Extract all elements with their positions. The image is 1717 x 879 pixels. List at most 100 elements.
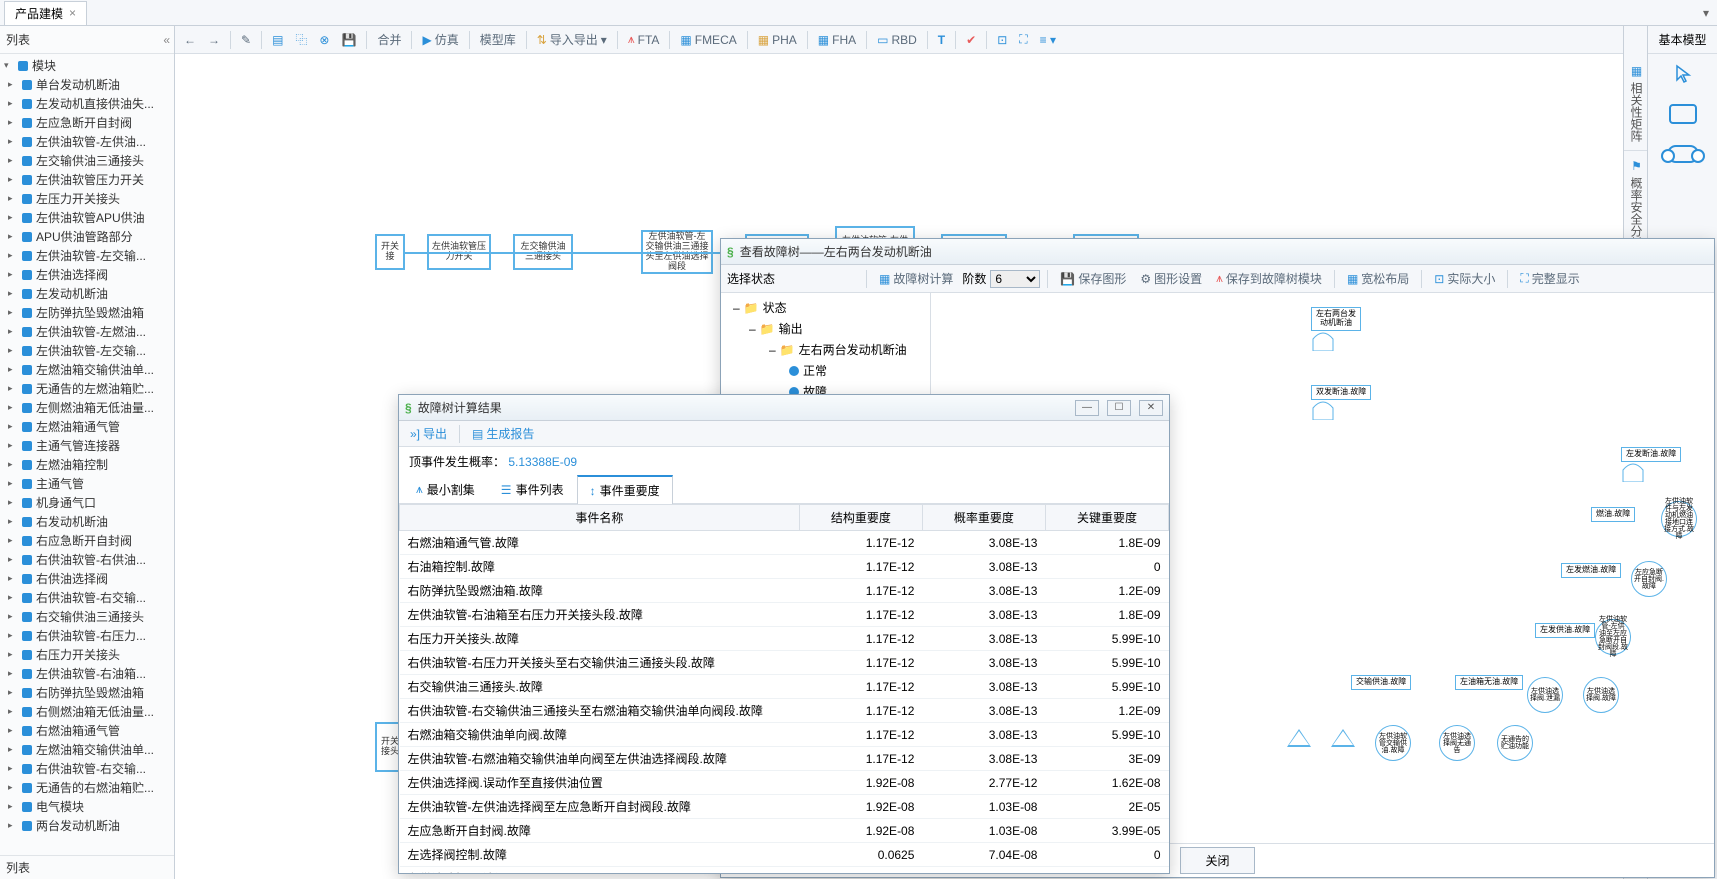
nav-back-icon[interactable]: ←: [179, 30, 201, 50]
tree-item[interactable]: ▸右侧燃油箱无低油量...: [0, 702, 174, 721]
copy-icon[interactable]: ⿻: [290, 28, 312, 51]
tree-item[interactable]: ▸左燃油箱交输供油单...: [0, 740, 174, 759]
tree-item[interactable]: ▸单台发动机断油: [0, 75, 174, 94]
table-row[interactable]: 右供油软管-右压力开关接头至右交输供油三通接头段.故障1.17E-123.08E…: [400, 651, 1169, 675]
tree-item[interactable]: ▸主通气管连接器: [0, 436, 174, 455]
tree-item[interactable]: ▸左发动机断油: [0, 284, 174, 303]
img-setting-button[interactable]: ⚙图形设置: [1135, 267, 1207, 290]
export-button[interactable]: »]导出: [405, 422, 452, 445]
tab-eventlist[interactable]: ☰事件列表: [488, 475, 577, 503]
tab-importance[interactable]: ↕事件重要度: [577, 475, 673, 504]
tree-item[interactable]: ▸左防弹抗坠毁燃油箱: [0, 303, 174, 322]
tree-item[interactable]: ▸左燃油箱控制: [0, 455, 174, 474]
select-icon[interactable]: ⊡: [992, 30, 1012, 50]
pha-button[interactable]: ▦PHA: [753, 30, 802, 50]
tree-item[interactable]: ▸电气模块: [0, 797, 174, 816]
nav-fwd-icon[interactable]: →: [203, 30, 225, 50]
table-row[interactable]: 左供油软管-左供油选择阀至左应急断开自封阀段.故障1.92E-081.03E-0…: [400, 795, 1169, 819]
collapse-icon[interactable]: «: [163, 33, 168, 47]
tab-mincut[interactable]: ⩚最小割集: [403, 475, 488, 503]
tree-item[interactable]: ▸左燃油箱通气管: [0, 417, 174, 436]
fit-icon[interactable]: ⛶: [1014, 29, 1032, 50]
tab-product-model[interactable]: 产品建模 ×: [4, 1, 87, 25]
sim-button[interactable]: ▶仿真: [417, 28, 463, 51]
modellib-button[interactable]: 模型库: [475, 28, 521, 51]
tree-item[interactable]: ▸APU供油管路部分: [0, 227, 174, 246]
table-row[interactable]: 右燃油箱通气管.故障1.17E-123.08E-131.8E-09: [400, 531, 1169, 555]
rbd-button[interactable]: ▭RBD: [872, 30, 922, 50]
stack-icon[interactable]: ▤: [267, 30, 288, 50]
side-matrix-button[interactable]: ▦相关性矩阵: [1624, 56, 1649, 151]
tree-item[interactable]: ▸左压力开关接头: [0, 189, 174, 208]
table-row[interactable]: 左应急断开自封阀.故障1.92E-081.03E-083.99E-05: [400, 819, 1169, 843]
maximize-icon[interactable]: ☐: [1107, 400, 1131, 416]
loose-layout-button[interactable]: ▦宽松布局: [1342, 267, 1414, 290]
col-name[interactable]: 事件名称: [400, 505, 800, 531]
tree-item[interactable]: ▸右应急断开自封阀: [0, 531, 174, 550]
tree-item[interactable]: ▸左发动机直接供油失...: [0, 94, 174, 113]
tree-item[interactable]: ▸左供油软管-左交输...: [0, 341, 174, 360]
table-row[interactable]: 左供油选择阀.泄漏0.06257.04E-080.000412: [400, 867, 1169, 874]
palette-compound[interactable]: [1648, 134, 1717, 174]
tree-item[interactable]: ▸左供油软管APU供油: [0, 208, 174, 227]
tree-item[interactable]: ▸左供油选择阀: [0, 265, 174, 284]
fit-all-button[interactable]: ⛶完整显示: [1515, 267, 1584, 290]
tree-item[interactable]: ▸左燃油箱交输供油单...: [0, 360, 174, 379]
tree-item[interactable]: ▸左供油软管-左供油...: [0, 132, 174, 151]
table-row[interactable]: 左供油选择阀.误动作至直接供油位置1.92E-082.77E-121.62E-0…: [400, 771, 1169, 795]
save-img-button[interactable]: 💾保存图形: [1055, 267, 1131, 290]
result-table[interactable]: 事件名称 结构重要度 概率重要度 关键重要度 右燃油箱通气管.故障1.17E-1…: [399, 504, 1169, 873]
tree-item[interactable]: ▸左供油软管-左交输...: [0, 246, 174, 265]
tree-item[interactable]: ▸右燃油箱通气管: [0, 721, 174, 740]
ft-close-button[interactable]: 关闭: [1180, 847, 1254, 874]
save-icon[interactable]: 💾: [336, 30, 361, 50]
table-row[interactable]: 左选择阀控制.故障0.06257.04E-080: [400, 843, 1169, 867]
tree-item[interactable]: ▸右供油软管-右供油...: [0, 550, 174, 569]
col-prob[interactable]: 概率重要度: [922, 505, 1045, 531]
result-titlebar[interactable]: § 故障树计算结果 — ☐ ✕: [399, 395, 1169, 421]
actual-size-button[interactable]: ⊡实际大小: [1429, 267, 1500, 290]
tree-item[interactable]: ▸机身通气口: [0, 493, 174, 512]
text-icon[interactable]: T: [933, 30, 950, 50]
table-row[interactable]: 右交输供油三通接头.故障1.17E-123.08E-135.99E-10: [400, 675, 1169, 699]
dialog-titlebar[interactable]: § 查看故障树——左右两台发动机断油: [721, 239, 1714, 265]
tree-root[interactable]: ▾ 模块: [0, 56, 174, 75]
tree-item[interactable]: ▸右供油软管-右交输...: [0, 759, 174, 778]
palette-rect[interactable]: [1648, 94, 1717, 134]
delete-icon[interactable]: ⊗: [314, 30, 334, 50]
tree-item[interactable]: ▸左交输供油三通接头: [0, 151, 174, 170]
palette-pointer[interactable]: [1648, 54, 1717, 94]
ft-calc-button[interactable]: ▦故障树计算: [874, 267, 958, 290]
table-row[interactable]: 右防弹抗坠毁燃油箱.故障1.17E-123.08E-131.2E-09: [400, 579, 1169, 603]
tree-item[interactable]: ▸右压力开关接头: [0, 645, 174, 664]
close-icon[interactable]: ×: [69, 6, 76, 20]
table-row[interactable]: 右供油软管-右交输供油三通接头至右燃油箱交输供油单向阀段.故障1.17E-123…: [400, 699, 1169, 723]
tree-item[interactable]: ▸左供油软管-右油箱...: [0, 664, 174, 683]
tab-menu-icon[interactable]: ▾: [1695, 6, 1717, 20]
fha-button[interactable]: ▦FHA: [813, 30, 861, 50]
save-to-module-button[interactable]: ⩚保存到故障树模块: [1211, 267, 1327, 290]
fta-button[interactable]: ⩚FTA: [623, 29, 665, 50]
table-row[interactable]: 左供油软管-右油箱至右压力开关接头段.故障1.17E-123.08E-131.8…: [400, 603, 1169, 627]
tree-item[interactable]: ▸右供油软管-右压力...: [0, 626, 174, 645]
fmeca-button[interactable]: ▦FMECA: [675, 30, 741, 50]
tree-item[interactable]: ▸左供油软管-左燃油...: [0, 322, 174, 341]
tree-item[interactable]: ▸无通告的右燃油箱贮...: [0, 778, 174, 797]
merge-button[interactable]: 合并: [372, 28, 406, 51]
tree-item[interactable]: ▸两台发动机断油: [0, 816, 174, 835]
tree-item[interactable]: ▸左供油软管压力开关: [0, 170, 174, 189]
model-tree[interactable]: ▾ 模块 ▸单台发动机断油▸左发动机直接供油失...▸左应急断开自封阀▸左供油软…: [0, 54, 174, 855]
check-icon[interactable]: ✔: [961, 30, 981, 50]
order-select[interactable]: 6: [990, 270, 1040, 288]
col-crit[interactable]: 关键重要度: [1045, 505, 1168, 531]
tree-item[interactable]: ▸左侧燃油箱无低油量...: [0, 398, 174, 417]
tree-item[interactable]: ▸无通告的左燃油箱贮...: [0, 379, 174, 398]
close-icon[interactable]: ✕: [1139, 400, 1163, 416]
tree-item[interactable]: ▸左应急断开自封阀: [0, 113, 174, 132]
table-row[interactable]: 右油箱控制.故障1.17E-123.08E-130: [400, 555, 1169, 579]
col-struct[interactable]: 结构重要度: [799, 505, 922, 531]
table-row[interactable]: 右压力开关接头.故障1.17E-123.08E-135.99E-10: [400, 627, 1169, 651]
table-row[interactable]: 右燃油箱交输供油单向阀.故障1.17E-123.08E-135.99E-10: [400, 723, 1169, 747]
align-icon[interactable]: ≡ ▾: [1035, 30, 1061, 50]
table-row[interactable]: 左供油软管-右燃油箱交输供油单向阀至左供油选择阀段.故障1.17E-123.08…: [400, 747, 1169, 771]
